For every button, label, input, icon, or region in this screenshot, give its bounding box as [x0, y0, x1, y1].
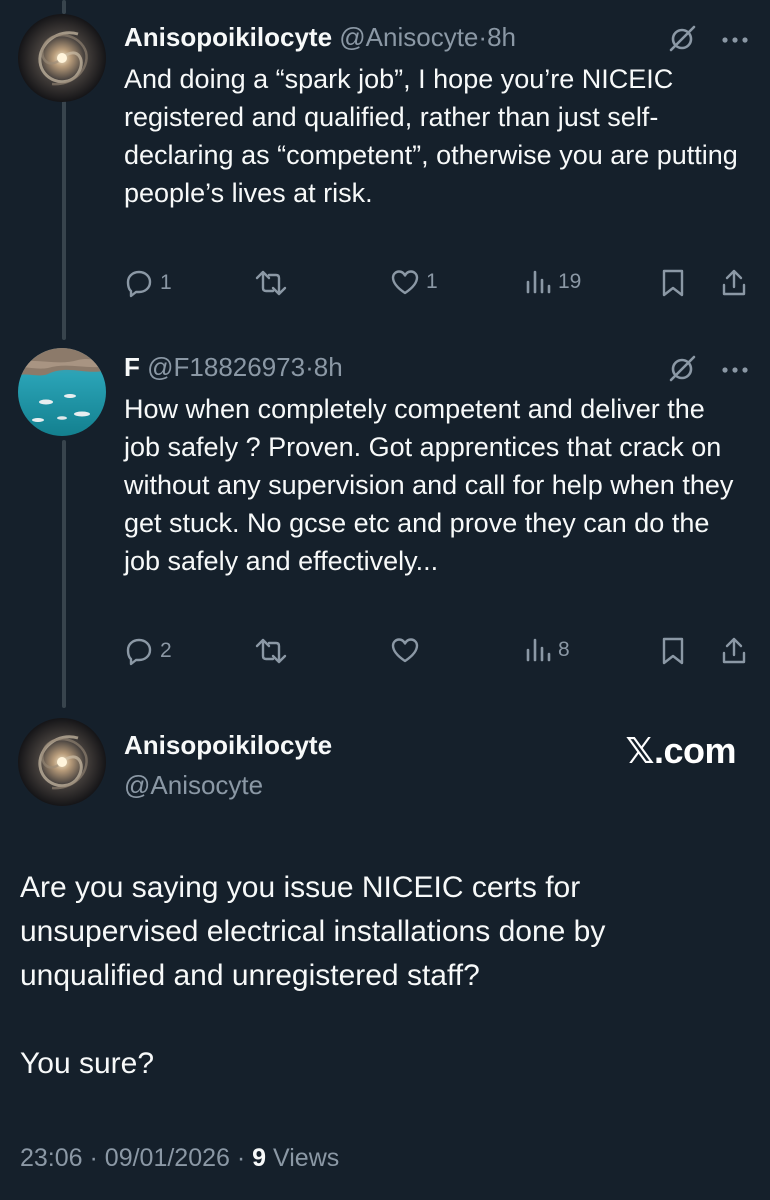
user-handle[interactable]: @Anisocyte	[339, 22, 478, 52]
views-icon	[526, 638, 551, 662]
views-button[interactable]: 19	[524, 268, 581, 296]
separator-dot: ·	[236, 1144, 246, 1172]
repost-icon	[255, 638, 287, 664]
share-button[interactable]	[720, 636, 748, 666]
avatar[interactable]	[18, 348, 106, 436]
grok-icon[interactable]	[666, 22, 698, 59]
timestamp[interactable]: 8h	[314, 352, 343, 382]
reply-button[interactable]: 2	[124, 636, 172, 666]
display-name[interactable]: Anisopoikilocyte	[124, 22, 332, 52]
like-icon	[391, 638, 419, 663]
reply-icon	[126, 270, 152, 298]
avatar[interactable]	[18, 14, 106, 102]
reply-count: 2	[160, 639, 172, 662]
repost-button[interactable]	[254, 636, 294, 666]
tweet-top-icons	[666, 22, 750, 59]
tweet-text: And doing a “spark job”, I hope you’re N…	[124, 64, 738, 208]
reply-icon	[126, 638, 152, 666]
repost-icon	[255, 270, 287, 296]
views-button[interactable]: 8	[524, 636, 570, 664]
share-button[interactable]	[720, 268, 748, 298]
reply-count: 1	[160, 271, 172, 294]
more-icon[interactable]	[720, 362, 750, 380]
bookmark-icon	[662, 637, 684, 665]
tweet-header: F @F18826973·8h	[124, 350, 343, 384]
display-name[interactable]: Anisopoikilocyte	[124, 730, 332, 761]
separator-dot: ·	[89, 1144, 98, 1172]
share-icon	[722, 269, 746, 296]
tweet-text: How when completely competent and delive…	[124, 394, 734, 576]
tweet-paragraph: Are you saying you issue NICEIC certs fo…	[20, 871, 606, 992]
views-label: Views	[273, 1144, 340, 1172]
tweet-meta: 23:06 · 09/01/2026 · 9 Views	[20, 1144, 339, 1173]
reply-button[interactable]: 1	[124, 268, 172, 298]
tweet-paragraph: You sure?	[20, 1047, 155, 1080]
separator-dot: ·	[305, 352, 314, 382]
bookmark-button[interactable]	[660, 268, 686, 298]
galaxy-avatar-image	[18, 14, 106, 102]
views-count: 9	[252, 1144, 267, 1172]
tweet-top-icons	[666, 352, 750, 389]
tweet-actions: 2 8	[124, 636, 750, 676]
like-icon	[391, 270, 419, 295]
thread-line-1	[62, 100, 66, 340]
tweet-text: Are you saying you issue NICEIC certs fo…	[20, 866, 750, 1086]
bookmark-icon	[662, 269, 684, 297]
like-button[interactable]	[390, 636, 426, 664]
tweet-actions: 1 1 19	[124, 268, 750, 308]
more-icon[interactable]	[720, 32, 750, 50]
share-icon	[722, 637, 746, 664]
repost-button[interactable]	[254, 268, 294, 298]
user-handle[interactable]: @F18826973	[147, 352, 305, 382]
views-count: 8	[558, 638, 570, 661]
views-icon	[526, 270, 551, 294]
bookmark-button[interactable]	[660, 636, 686, 666]
thread-line-top	[62, 0, 66, 14]
post-date[interactable]: 09/01/2026	[105, 1144, 230, 1172]
user-handle[interactable]: @Anisocyte	[124, 770, 263, 801]
post-time[interactable]: 23:06	[20, 1144, 83, 1172]
avatar[interactable]	[18, 718, 106, 806]
tweet-header: Anisopoikilocyte @Anisocyte·8h	[124, 20, 516, 54]
x-logo-wordmark: 𝕏.com	[625, 730, 736, 771]
like-button[interactable]: 1	[390, 268, 438, 296]
grok-icon[interactable]	[666, 352, 698, 389]
thread-line-2	[62, 440, 66, 708]
display-name[interactable]: F	[124, 352, 140, 382]
timestamp[interactable]: 8h	[487, 22, 516, 52]
like-count: 1	[426, 270, 438, 293]
sea-boats-avatar-image	[18, 348, 106, 436]
galaxy-avatar-image	[18, 718, 106, 806]
views-count: 19	[558, 270, 582, 293]
separator-dot: ·	[478, 22, 488, 52]
